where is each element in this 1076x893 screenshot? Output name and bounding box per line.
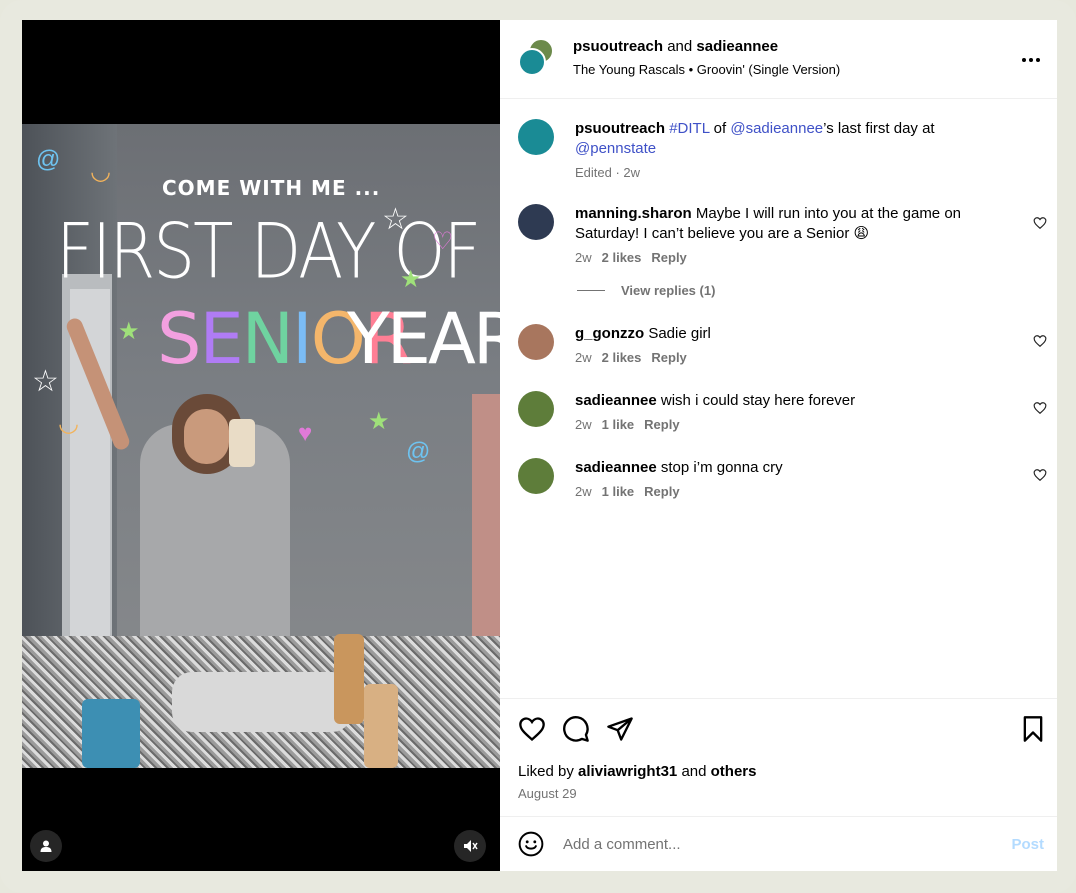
share-icon[interactable] [606, 715, 634, 743]
hashtag-link[interactable]: #DITL [669, 120, 709, 137]
bookmark-icon[interactable] [1019, 715, 1047, 743]
audio-link[interactable]: The Young Rascals • Groovin' (Single Ver… [573, 62, 840, 77]
comment-likes[interactable]: 2 likes [602, 350, 642, 365]
smiley-doodle: ◡ [90, 158, 111, 185]
reply-button[interactable]: Reply [651, 250, 686, 265]
comment-author[interactable]: sadieannee [575, 392, 657, 409]
comment-time[interactable]: 2w [575, 484, 592, 499]
post-modal: COME WITH ME ... FIRST DAY OF SENIOR YEA… [22, 20, 1057, 871]
reply-button[interactable]: Reply [644, 417, 679, 432]
view-replies-button[interactable]: View replies (1) [500, 283, 1057, 298]
avatar[interactable] [518, 391, 554, 427]
reply-button[interactable]: Reply [651, 350, 686, 365]
tagged-users-button[interactable] [30, 830, 62, 862]
avatar[interactable] [518, 48, 546, 76]
comments-list[interactable]: psuoutreach #DITL of @sadieannee’s last … [500, 99, 1057, 698]
comment-icon[interactable] [562, 715, 590, 743]
heart-doodle: ♥ [298, 420, 313, 447]
comment-author[interactable]: g_gonzzo [575, 325, 644, 342]
heart-icon[interactable] [518, 715, 546, 743]
heart-icon[interactable] [1033, 401, 1047, 415]
star-doodle: ☆ [382, 203, 409, 236]
post-date[interactable]: August 29 [518, 786, 577, 801]
author-link[interactable]: psuoutreach [573, 38, 663, 55]
post-header: psuoutreach and sadieannee The Young Ras… [500, 20, 1057, 99]
comment-time[interactable]: 2w [575, 350, 592, 365]
avatar[interactable] [518, 204, 554, 240]
others-link[interactable]: others [711, 763, 757, 780]
list-item: g_gonzzo Sadie girl 2w 2 likes Reply [500, 324, 1057, 365]
list-item: sadieannee wish i could stay here foreve… [500, 391, 1057, 432]
comment-text: Sadie girl [648, 325, 711, 342]
post-image: COME WITH ME ... FIRST DAY OF SENIOR YEA… [22, 124, 500, 768]
overlay-subtitle: COME WITH ME ... [162, 176, 381, 200]
post-details-panel: psuoutreach and sadieannee The Young Ras… [500, 20, 1057, 871]
heart-doodle: ♡ [432, 228, 454, 255]
comment-composer: Post [500, 816, 1057, 871]
mention-link[interactable]: @pennstate [575, 140, 656, 157]
caption-meta: Edited · 2w [575, 165, 641, 180]
more-options-icon [1022, 58, 1040, 62]
avatar[interactable] [518, 324, 554, 360]
comment-text: stop i’m gonna cry [660, 459, 783, 476]
list-item: sadieannee stop i’m gonna cry 2w 1 like … [500, 458, 1057, 499]
comment-likes[interactable]: 1 like [602, 417, 635, 432]
comment-likes[interactable]: 2 likes [602, 250, 642, 265]
comment-author[interactable]: psuoutreach [575, 120, 665, 137]
post-media[interactable]: COME WITH ME ... FIRST DAY OF SENIOR YEA… [22, 20, 500, 871]
heart-icon[interactable] [1033, 216, 1047, 230]
comment-author[interactable]: manning.sharon [575, 205, 692, 222]
liker-link[interactable]: aliviawright31 [578, 763, 677, 780]
more-options-button[interactable] [1021, 50, 1041, 64]
smiley-doodle: ◡ [58, 410, 79, 437]
post-actions: Liked by aliviawright31 and others Augus… [500, 698, 1057, 816]
comment-text: wish i could stay here forever [660, 392, 856, 409]
reply-button[interactable]: Reply [644, 484, 679, 499]
list-item: manning.sharon Maybe I will run into you… [500, 204, 1057, 265]
avatar[interactable] [518, 119, 554, 155]
star-doodle: ☆ [32, 365, 59, 398]
heart-icon[interactable] [1033, 468, 1047, 482]
overlay-year-word: YEAR [347, 298, 500, 380]
muted-speaker-icon [464, 840, 478, 852]
user-tag-icon [40, 840, 52, 852]
mention-link[interactable]: @sadieannee [730, 120, 823, 137]
spiral-doodle: @ [36, 146, 61, 173]
comment-author[interactable]: sadieannee [575, 459, 657, 476]
star-doodle: ★ [400, 266, 422, 293]
caption: psuoutreach #DITL of @sadieannee’s last … [500, 119, 1057, 180]
post-authors: psuoutreach and sadieannee [573, 38, 779, 55]
avatar[interactable] [518, 458, 554, 494]
likes-summary: Liked by aliviawright31 and others [518, 763, 757, 780]
comment-likes[interactable]: 1 like [602, 484, 635, 499]
mute-button[interactable] [454, 830, 486, 862]
collab-avatars[interactable] [518, 38, 556, 78]
emoji-icon[interactable] [518, 831, 544, 857]
author-link[interactable]: sadieannee [696, 38, 778, 55]
comment-input[interactable] [563, 832, 983, 856]
spiral-doodle: @ [406, 438, 431, 465]
star-doodle: ★ [368, 408, 390, 435]
comment-time[interactable]: 2w [575, 250, 592, 265]
comment-time[interactable]: 2w [575, 417, 592, 432]
star-doodle: ★ [118, 318, 140, 345]
post-comment-button[interactable]: Post [1011, 836, 1044, 853]
heart-icon[interactable] [1033, 334, 1047, 348]
